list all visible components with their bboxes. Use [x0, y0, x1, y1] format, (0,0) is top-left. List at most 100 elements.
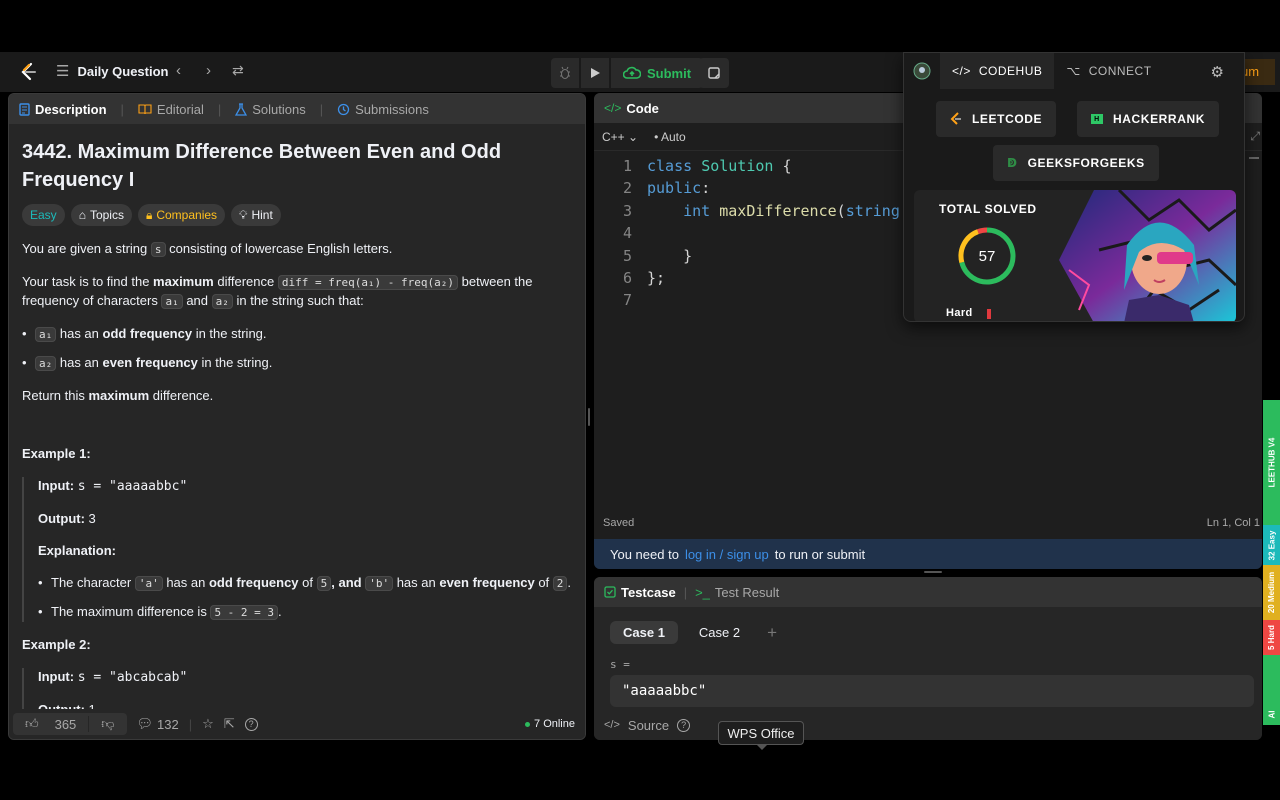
- text: .: [567, 575, 572, 590]
- save-status: Saved: [603, 517, 635, 529]
- horizontal-resize-handle[interactable]: [924, 571, 942, 573]
- next-question-icon[interactable]: ›: [206, 62, 211, 79]
- total-solved-label: TOTAL SOLVED: [939, 202, 1037, 216]
- text: The character: [51, 575, 135, 590]
- like-button[interactable]: 👍︎ 365: [13, 716, 90, 732]
- add-case-icon[interactable]: +: [761, 623, 777, 643]
- hard-count: 5 Hard: [1267, 625, 1276, 650]
- hackerrank-icon: H: [1091, 114, 1103, 124]
- case-2-tab[interactable]: Case 2: [686, 621, 753, 644]
- login-link[interactable]: log in / sign up: [685, 547, 769, 562]
- solved-progress-ring: 57: [958, 227, 1016, 285]
- prev-question-icon[interactable]: ‹: [176, 62, 181, 79]
- ai-label: AI: [1267, 710, 1276, 719]
- comments-button[interactable]: 💬︎ 132: [137, 716, 179, 732]
- text: and: [182, 293, 212, 308]
- geeksforgeeks-platform-button[interactable]: ↁ GEEKSFORGEEKS: [993, 145, 1159, 181]
- constraint-list: a₁ has an odd frequency in the string. a…: [22, 325, 572, 373]
- bullet-icon: •: [654, 129, 659, 144]
- expand-icon[interactable]: ⤢: [1250, 129, 1260, 144]
- topics-chip[interactable]: ⌂ Topics: [70, 204, 132, 226]
- run-button[interactable]: [581, 58, 609, 88]
- play-icon: [591, 68, 600, 78]
- tab-submissions[interactable]: Submissions: [337, 102, 429, 117]
- code-icon: </>: [604, 719, 620, 731]
- inline-code: s: [150, 242, 166, 257]
- case-1-tab[interactable]: Case 1: [610, 621, 678, 644]
- output-label: Output:: [38, 511, 85, 526]
- bold-text: odd frequency: [208, 575, 299, 590]
- text: in the string such that:: [232, 293, 364, 308]
- text: in the string.: [197, 355, 273, 370]
- bold-text: even frequency: [439, 575, 535, 590]
- tab-editorial[interactable]: Editorial: [138, 102, 204, 117]
- code-tab-label: Code: [626, 100, 659, 116]
- notes-button[interactable]: [699, 58, 729, 88]
- autocomplete-mode[interactable]: • Auto: [654, 130, 686, 144]
- line-number: 2: [622, 179, 632, 198]
- line-number: 5: [622, 246, 632, 265]
- scrollbar[interactable]: [1249, 157, 1259, 159]
- hackerrank-platform-button[interactable]: H HACKERRANK: [1077, 101, 1219, 137]
- lightbulb-icon: 💡︎: [239, 208, 248, 222]
- text: difference: [213, 274, 278, 289]
- online-count: 7 Online: [534, 718, 575, 730]
- note-icon: [708, 67, 720, 79]
- help-icon[interactable]: ?: [244, 717, 258, 731]
- tab-solutions[interactable]: Solutions: [235, 102, 306, 117]
- hint-chip[interactable]: 💡︎ Hint: [231, 204, 281, 226]
- run-tools: Submit: [551, 58, 704, 88]
- hackerrank-label: HACKERRANK: [1113, 112, 1205, 126]
- text: of: [298, 575, 317, 590]
- submit-button[interactable]: Submit: [611, 58, 704, 88]
- bold-text: odd frequency: [102, 326, 193, 341]
- description-footer: 👍︎ 365 👎︎ 💬︎ 132 | ☆ ⇱ ? 7 Online: [9, 709, 585, 739]
- shuffle-icon[interactable]: ⇄: [232, 62, 244, 79]
- leetcode-platform-button[interactable]: LEETCODE: [936, 101, 1057, 137]
- daily-question-nav[interactable]: ☰ Daily Question: [56, 62, 168, 80]
- inline-code: 5: [316, 576, 332, 591]
- leethub-side-strip[interactable]: LEETHUB V4 32 Easy 20 Medium 5 Hard AI: [1263, 400, 1280, 725]
- language-select[interactable]: C++ ⌄: [602, 130, 638, 144]
- dislike-button[interactable]: 👎︎: [89, 716, 126, 732]
- tab-connect[interactable]: ⌥ CONNECT: [1054, 53, 1163, 89]
- ai-segment: AI: [1263, 655, 1280, 725]
- description-tabs: Description | Editorial | Solutions | Su…: [9, 94, 585, 124]
- explanation-label: Explanation:: [38, 543, 117, 558]
- tab-codehub[interactable]: </> CODEHUB: [940, 53, 1055, 89]
- tooltip-arrow: [757, 745, 767, 750]
- ring-hard-arc: [977, 227, 988, 234]
- debug-button[interactable]: [551, 58, 579, 88]
- leetcode-logo-icon[interactable]: [18, 62, 38, 82]
- testcase-tabs: Testcase | >_ Test Result: [594, 577, 1262, 607]
- line-number: 7: [622, 291, 632, 310]
- share-icon[interactable]: ⇱: [224, 716, 235, 732]
- settings-gear-icon[interactable]: ⚙: [1211, 63, 1224, 81]
- tab-description[interactable]: Description: [19, 102, 107, 117]
- problem-title-line2: Frequency I: [22, 169, 135, 191]
- total-solved-count: 57: [979, 248, 996, 265]
- source-button[interactable]: Source: [628, 718, 669, 733]
- codehub-avatar-icon[interactable]: [904, 53, 940, 89]
- companies-chip[interactable]: 🔒︎ Companies: [137, 204, 226, 226]
- favorite-star-icon[interactable]: ☆: [202, 716, 214, 732]
- tab-test-result[interactable]: >_ Test Result: [695, 585, 779, 600]
- cursor-position: Ln 1, Col 1: [1206, 517, 1260, 529]
- checkbox-icon: [604, 586, 616, 598]
- vertical-resize-handle[interactable]: [588, 408, 590, 426]
- medium-count: 20 Medium: [1267, 571, 1276, 614]
- description-panel: Description | Editorial | Solutions | Su…: [8, 93, 586, 740]
- online-status: 7 Online: [525, 718, 575, 730]
- text: has an: [56, 326, 103, 341]
- variable-input[interactable]: "aaaaabbc": [610, 675, 1254, 707]
- daily-question-label: Daily Question: [77, 63, 169, 79]
- inline-code: 'b': [365, 576, 394, 591]
- explanation-list: The character 'a' has an odd frequency o…: [38, 574, 572, 622]
- help-icon[interactable]: ?: [677, 718, 691, 732]
- login-banner: You need to log in / sign up to run or s…: [594, 539, 1262, 569]
- text: Return this: [22, 388, 89, 403]
- tab-testcase[interactable]: Testcase: [604, 585, 676, 600]
- lock-icon: 🔒︎: [145, 208, 153, 222]
- chevron-down-icon: ⌄: [628, 129, 639, 144]
- vote-group: 👍︎ 365 👎︎: [13, 713, 127, 735]
